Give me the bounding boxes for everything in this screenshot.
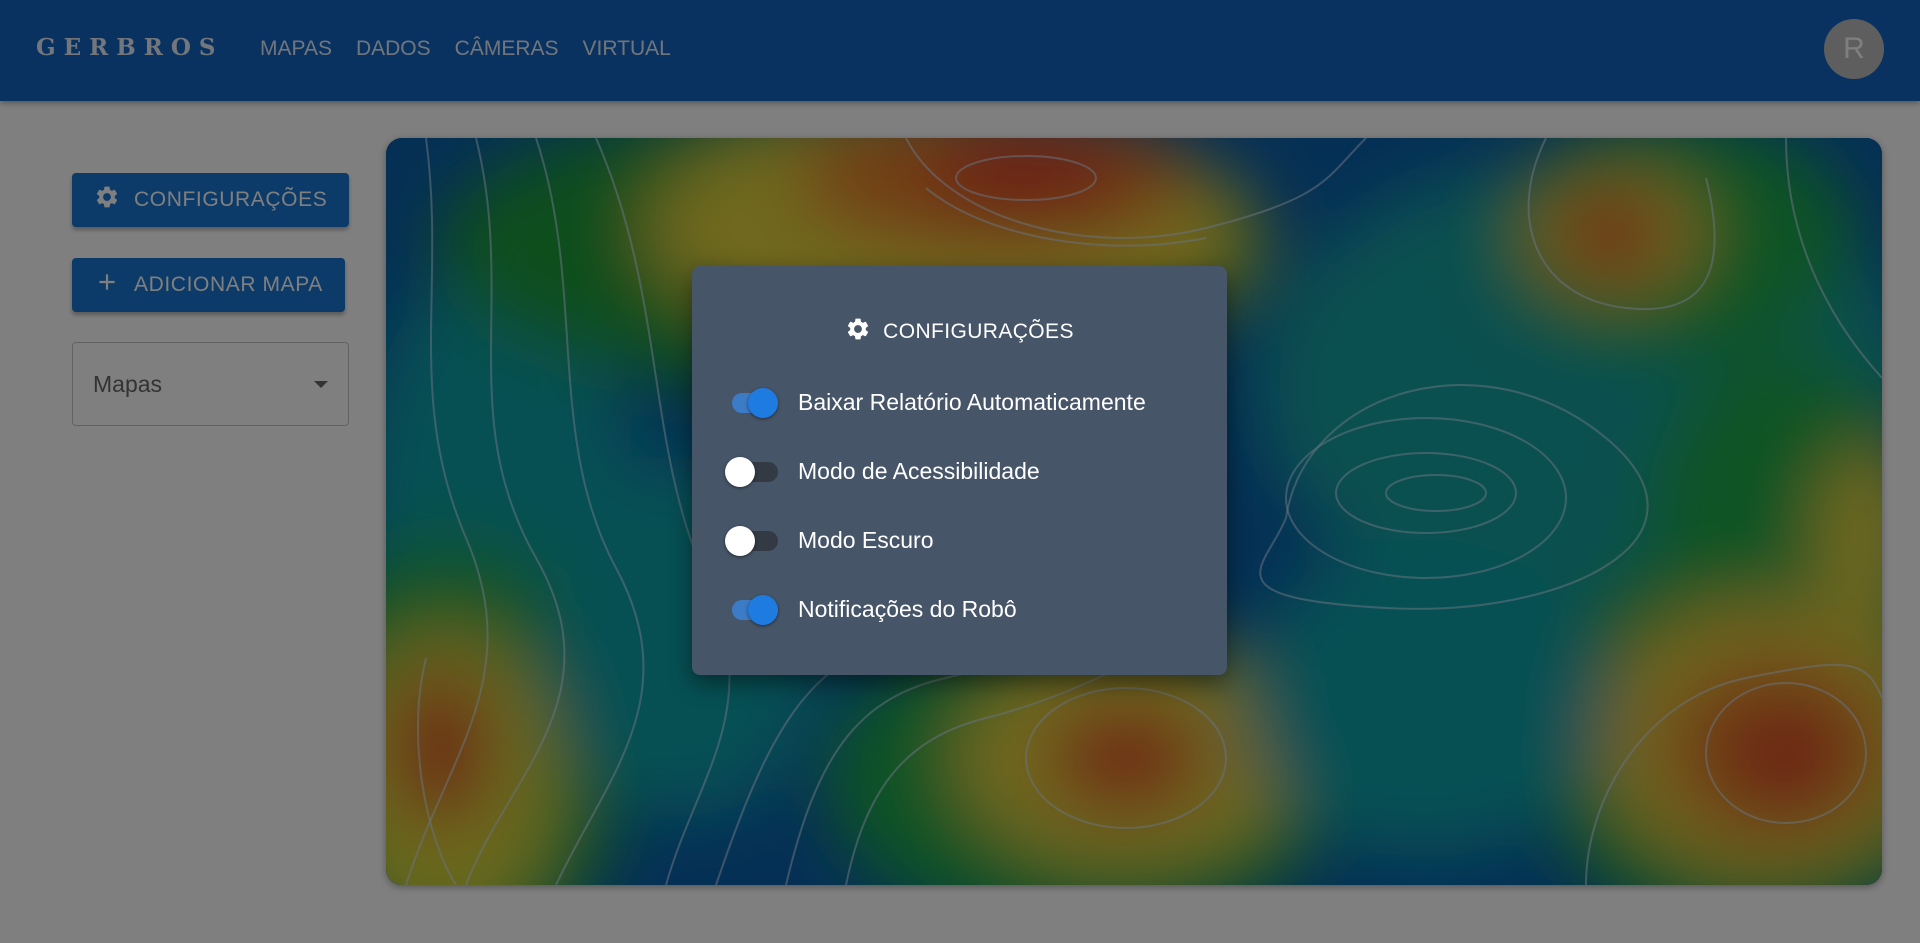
toggle-switch[interactable] bbox=[724, 525, 780, 556]
toggle-thumb bbox=[725, 457, 755, 487]
setting-label: Modo de Acessibilidade bbox=[798, 457, 1040, 484]
setting-label: Modo Escuro bbox=[798, 526, 934, 553]
toggle-switch[interactable] bbox=[724, 456, 780, 487]
toggle-thumb bbox=[748, 388, 778, 418]
setting-dark-mode[interactable]: Modo Escuro bbox=[724, 525, 934, 556]
toggle-switch[interactable] bbox=[724, 594, 780, 625]
gear-icon bbox=[845, 316, 871, 348]
toggle-switch[interactable] bbox=[724, 387, 780, 418]
setting-accessibility-mode[interactable]: Modo de Acessibilidade bbox=[724, 456, 1040, 487]
setting-label: Notificações do Robô bbox=[798, 595, 1017, 622]
settings-dialog: CONFIGURAÇÕES Baixar Relatório Automatic… bbox=[692, 266, 1227, 675]
setting-auto-report[interactable]: Baixar Relatório Automaticamente bbox=[724, 387, 1146, 418]
setting-label: Baixar Relatório Automaticamente bbox=[798, 388, 1146, 415]
dialog-title-label: CONFIGURAÇÕES bbox=[883, 320, 1074, 343]
setting-robot-notifications[interactable]: Notificações do Robô bbox=[724, 594, 1017, 625]
toggle-thumb bbox=[725, 526, 755, 556]
toggle-thumb bbox=[748, 595, 778, 625]
dialog-title: CONFIGURAÇÕES bbox=[692, 316, 1227, 348]
